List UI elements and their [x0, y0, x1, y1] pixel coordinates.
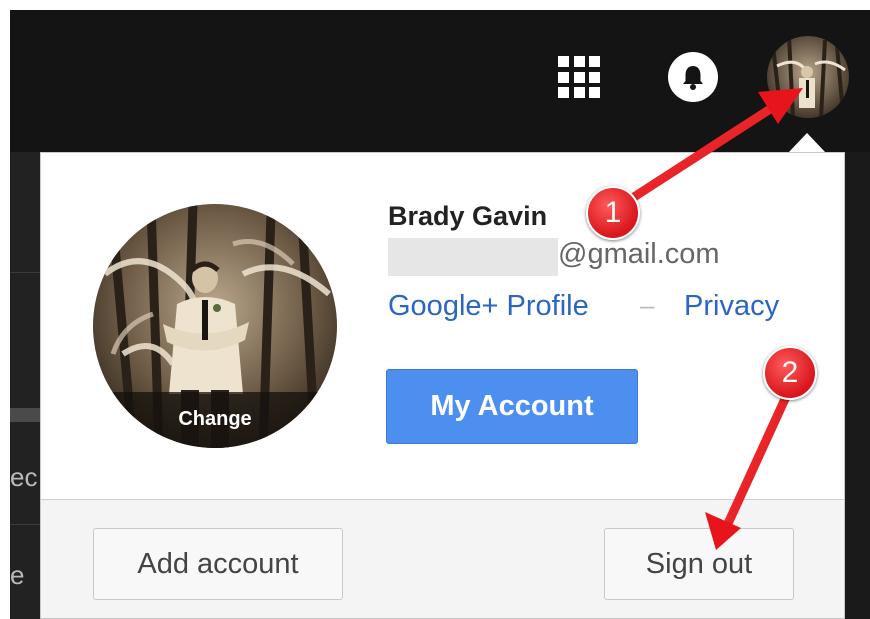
screenshot-border-top	[0, 0, 870, 10]
background-page-strip	[10, 152, 40, 619]
change-photo-label[interactable]: Change	[93, 408, 337, 431]
annotation-badge-1: 1	[586, 186, 640, 240]
privacy-link[interactable]: Privacy	[684, 290, 779, 323]
background-divider	[10, 524, 40, 525]
background-text: e	[10, 560, 25, 590]
apps-grid-icon[interactable]	[558, 56, 600, 98]
account-avatar-button[interactable]	[767, 36, 849, 118]
add-account-button[interactable]: Add account	[93, 528, 343, 600]
top-bar	[10, 10, 870, 152]
sign-out-button[interactable]: Sign out	[604, 528, 794, 600]
google-plus-profile-link[interactable]: Google+ Profile	[388, 290, 589, 323]
annotation-badge-2: 2	[763, 346, 817, 400]
popup-caret	[788, 133, 826, 153]
screenshot-border-left	[0, 0, 10, 619]
background-divider	[10, 272, 40, 273]
user-name: Brady Gavin	[388, 201, 548, 231]
user-email: @gmail.com	[558, 238, 720, 270]
background-divider	[10, 408, 40, 422]
link-separator: –	[640, 290, 655, 320]
profile-photo[interactable]: Change	[93, 204, 337, 448]
email-redacted-block	[388, 238, 558, 276]
background-text: ec	[10, 462, 38, 492]
bell-icon[interactable]	[668, 52, 718, 102]
my-account-button[interactable]: My Account	[386, 369, 638, 444]
account-popup: Change Brady Gavin @gmail.com Google+ Pr…	[40, 152, 845, 619]
